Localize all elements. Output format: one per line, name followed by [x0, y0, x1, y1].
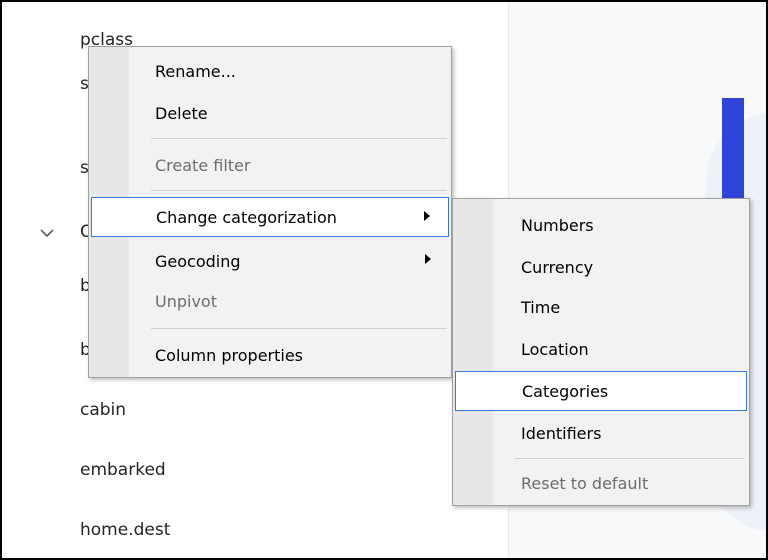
- menu-item-label: Categories: [522, 381, 609, 401]
- menu-separator: [151, 190, 447, 191]
- menu-item-label: Unpivot: [155, 291, 217, 311]
- menu-separator: [151, 138, 447, 139]
- menu-item-label: Numbers: [521, 215, 594, 235]
- chevron-down-icon[interactable]: [38, 224, 56, 242]
- menu-item-label: Create filter: [155, 155, 251, 175]
- menu-item-label: Geocoding: [155, 251, 241, 271]
- submenu-item-numbers[interactable]: Numbers: [455, 205, 747, 245]
- menu-item-geocoding[interactable]: Geocoding: [91, 241, 449, 281]
- field-item-cabin[interactable]: cabin: [80, 400, 126, 420]
- field-item-embarked[interactable]: embarked: [80, 460, 166, 480]
- menu-item-create-filter: Create filter: [91, 145, 449, 185]
- menu-item-label: Identifiers: [521, 423, 602, 443]
- menu-item-label: Currency: [521, 257, 594, 277]
- field-item-home-dest[interactable]: home.dest: [80, 520, 170, 540]
- menu-item-label: Rename...: [155, 61, 236, 81]
- menu-separator: [151, 328, 447, 329]
- app-frame: pclass s s C b b cabin embarked home.des…: [0, 0, 768, 560]
- submenu-item-categories[interactable]: Categories: [455, 371, 747, 411]
- menu-item-rename[interactable]: Rename...: [91, 51, 449, 91]
- menu-item-label: Location: [521, 339, 589, 359]
- submenu-item-identifiers[interactable]: Identifiers: [455, 413, 747, 453]
- menu-item-label: Reset to default: [521, 473, 649, 493]
- menu-separator: [515, 458, 745, 459]
- context-menu: Rename... Delete Create filter Change ca…: [88, 46, 452, 378]
- menu-item-label: Time: [521, 297, 561, 317]
- categorization-submenu: Numbers Currency Time Location Categorie…: [452, 198, 750, 506]
- accent-bar: [722, 98, 744, 208]
- submenu-item-time[interactable]: Time: [455, 287, 747, 327]
- menu-item-unpivot: Unpivot: [91, 281, 449, 321]
- submenu-arrow-icon: [424, 211, 430, 221]
- menu-item-label: Delete: [155, 103, 208, 123]
- menu-item-column-properties[interactable]: Column properties: [91, 335, 449, 375]
- menu-item-label: Change categorization: [156, 207, 337, 227]
- menu-item-label: Column properties: [155, 345, 304, 365]
- submenu-item-currency[interactable]: Currency: [455, 247, 747, 287]
- submenu-arrow-icon: [425, 254, 431, 264]
- menu-item-delete[interactable]: Delete: [91, 93, 449, 133]
- submenu-item-location[interactable]: Location: [455, 329, 747, 369]
- submenu-item-reset-to-default: Reset to default: [455, 463, 747, 503]
- menu-item-change-categorization[interactable]: Change categorization: [91, 197, 449, 237]
